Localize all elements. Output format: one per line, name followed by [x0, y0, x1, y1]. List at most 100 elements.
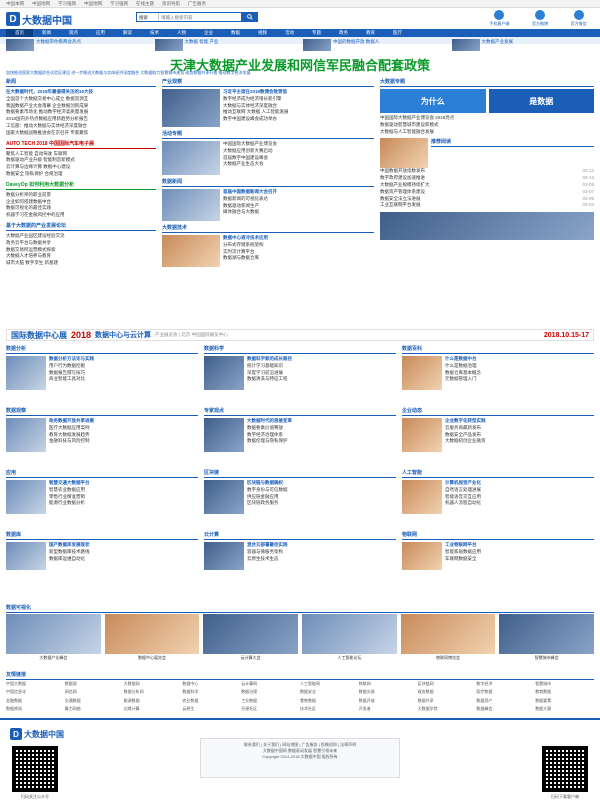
list-item[interactable]: 医疗大数据应用案例: [49, 425, 198, 432]
left-green-title[interactable]: DaveyOp 如何利用大数据分析: [6, 181, 156, 190]
section-title[interactable]: 数据科学: [204, 345, 396, 354]
friend-link[interactable]: 大数据学院: [418, 706, 477, 713]
list-item[interactable]: 能源行业数据分析: [49, 500, 198, 507]
list-item[interactable]: 数据伦理与隐私保护: [247, 438, 396, 445]
friend-link[interactable]: 数据交易: [359, 689, 418, 696]
headline-item[interactable]: 大数据产业发展: [451, 39, 595, 53]
list-item[interactable]: 区块链政务服务: [247, 500, 396, 507]
friend-link[interactable]: 物联网: [359, 681, 418, 688]
section-title[interactable]: 区块链: [204, 469, 396, 478]
list-item[interactable]: 数据报告撰写技巧: [49, 370, 198, 377]
friend-link[interactable]: 教育数据: [535, 689, 594, 696]
headline-item[interactable]: 中国的数据开放 数据人: [303, 39, 446, 53]
list-item[interactable]: 数据分析方法论与实践: [49, 356, 198, 363]
list-item[interactable]: 车联网数据安全: [445, 556, 594, 563]
mid-section-lead[interactable]: 首届中国数据新闻大会召开: [223, 189, 374, 196]
search-button[interactable]: [242, 12, 258, 22]
list-item[interactable]: 大数据与人工智能融合发展: [380, 129, 594, 136]
friend-link[interactable]: 零售数据: [300, 698, 359, 705]
list-item[interactable]: 智慧农业数据应用: [49, 487, 198, 494]
list-item[interactable]: 大数据与实体经济深度融合: [223, 103, 374, 110]
friend-link[interactable]: 农业数据: [182, 698, 241, 705]
list-item[interactable]: 国产数据库发展现状: [49, 542, 198, 549]
friend-link[interactable]: 政务数据: [418, 689, 477, 696]
activity-photo[interactable]: [162, 141, 220, 175]
nav-item[interactable]: 政务: [330, 30, 357, 36]
list-item[interactable]: 数据可视化的最佳实践: [6, 205, 156, 212]
nav-item[interactable]: 人物: [168, 30, 195, 36]
section-title[interactable]: 数据百科: [402, 345, 594, 354]
topbar-link[interactable]: 中国本网: [6, 1, 24, 7]
list-item[interactable]: 智慧交通大数据平台: [49, 480, 198, 487]
friend-link[interactable]: 人工智能网: [300, 681, 359, 688]
gallery-card[interactable]: 智慧城市峰会: [499, 614, 595, 664]
list-item[interactable]: 城市大脑 数字孪生 新基建: [6, 260, 156, 267]
section-title[interactable]: 数据观察: [6, 407, 198, 416]
friend-link[interactable]: 数字经济: [476, 681, 535, 688]
list-item[interactable]: 教育大数据发展趋势: [49, 432, 198, 439]
section-photo[interactable]: [6, 418, 46, 452]
list-item[interactable]: 云原生技术生态: [247, 556, 396, 563]
news-row[interactable]: 中国数据开放指数发布 03-13: [380, 168, 594, 175]
list-item[interactable]: 计算机视觉产业化: [445, 480, 594, 487]
list-item[interactable]: 政务数据开放共享进展: [49, 418, 198, 425]
list-item[interactable]: 工业物联网平台: [445, 542, 594, 549]
friend-link[interactable]: 工业数据: [241, 698, 300, 705]
nav-item[interactable]: 观点: [60, 30, 87, 36]
list-item[interactable]: 新型数据库技术路线: [49, 549, 198, 556]
friend-link[interactable]: 金融数据: [6, 698, 65, 705]
app-link[interactable]: 官方微博: [532, 10, 548, 30]
mid-section-photo[interactable]: [162, 189, 220, 221]
list-item[interactable]: 机器学习在金融风控中的应用: [6, 212, 156, 219]
news-row[interactable]: 数据安全法立法进展 03-05: [380, 196, 594, 203]
section-photo[interactable]: [402, 542, 442, 570]
left-bottom-title[interactable]: 基于大数据的产业发展论坛: [6, 222, 156, 231]
section-photo[interactable]: [6, 356, 46, 390]
list-item[interactable]: 聚焦人工智能 自动驾驶 车联网: [6, 151, 156, 158]
friend-link[interactable]: 开发者: [359, 706, 418, 713]
list-item[interactable]: 国家大数据战略推进会在京召开 专家聚焦: [6, 130, 156, 137]
friend-link[interactable]: 网信网: [65, 689, 124, 696]
list-item[interactable]: 自然语言处理进展: [445, 487, 594, 494]
topbar-link[interactable]: 资讯导航: [162, 1, 180, 7]
site-logo[interactable]: D 大数据中国: [6, 10, 84, 28]
list-item[interactable]: 深度学习前沿进展: [247, 370, 396, 377]
nav-item[interactable]: 活动: [276, 30, 303, 36]
friend-link[interactable]: 数据库网: [6, 706, 65, 713]
list-item[interactable]: 数字经济成为经济增长新引擎: [223, 96, 374, 103]
friend-link[interactable]: 边缘计算: [124, 706, 183, 713]
list-item[interactable]: 企业如何搭建数据中台: [6, 199, 156, 206]
friend-link[interactable]: 数据资产: [476, 698, 535, 705]
list-item[interactable]: 统计学习基础知识: [247, 363, 396, 370]
list-item[interactable]: 数据驱动新闻生产: [223, 203, 374, 210]
friend-link[interactable]: 数据共享: [418, 698, 477, 705]
list-item[interactable]: 混合云部署最佳实践: [247, 542, 396, 549]
nav-item[interactable]: 应用: [87, 30, 114, 36]
friend-link[interactable]: 数据安全: [300, 689, 359, 696]
nav-item[interactable]: 新闻: [33, 30, 60, 36]
list-item[interactable]: 数字经济治理体系: [247, 432, 396, 439]
list-item[interactable]: 大数据产业生态大会: [223, 161, 374, 168]
list-item[interactable]: 数据要素市场化 推动数字经济高质量发展: [6, 109, 156, 116]
list-item[interactable]: 数据要素价值释放: [247, 425, 396, 432]
section-title[interactable]: 物联网: [402, 531, 594, 540]
friend-link[interactable]: 智慧城市: [535, 681, 594, 688]
section-title[interactable]: 专家观点: [204, 407, 396, 416]
news-row[interactable]: 数字政府建设加速推进 03-13: [380, 175, 594, 182]
list-item[interactable]: 媒体融合与大数据: [223, 209, 374, 216]
left-red-title[interactable]: AUTO TECH 2018 中国国际汽车电子展: [6, 140, 156, 149]
friend-link[interactable]: 能源数据: [124, 698, 183, 705]
friend-link[interactable]: 算力网络: [65, 706, 124, 713]
nav-item[interactable]: 首页: [6, 29, 33, 37]
search-scope-select[interactable]: 搜索: [137, 13, 159, 21]
expo-banner[interactable]: 国际数据中心展 2018 数据中心与云计算 产业展览会 | 北京·中国国际展览中…: [6, 329, 594, 341]
headline-item[interactable]: 大数据带你看两会热点: [6, 39, 149, 53]
list-item[interactable]: 数据驱动智慧城市建设新模式: [380, 122, 594, 129]
friend-link[interactable]: 数据要素: [535, 698, 594, 705]
nav-item[interactable]: 视频: [249, 30, 276, 36]
nav-item[interactable]: 数据: [222, 30, 249, 36]
topbar-link[interactable]: 广告服务: [188, 1, 206, 7]
search-input[interactable]: [159, 13, 241, 21]
friend-link[interactable]: 交通数据: [65, 698, 124, 705]
nav-item[interactable]: 医疗: [384, 30, 411, 36]
